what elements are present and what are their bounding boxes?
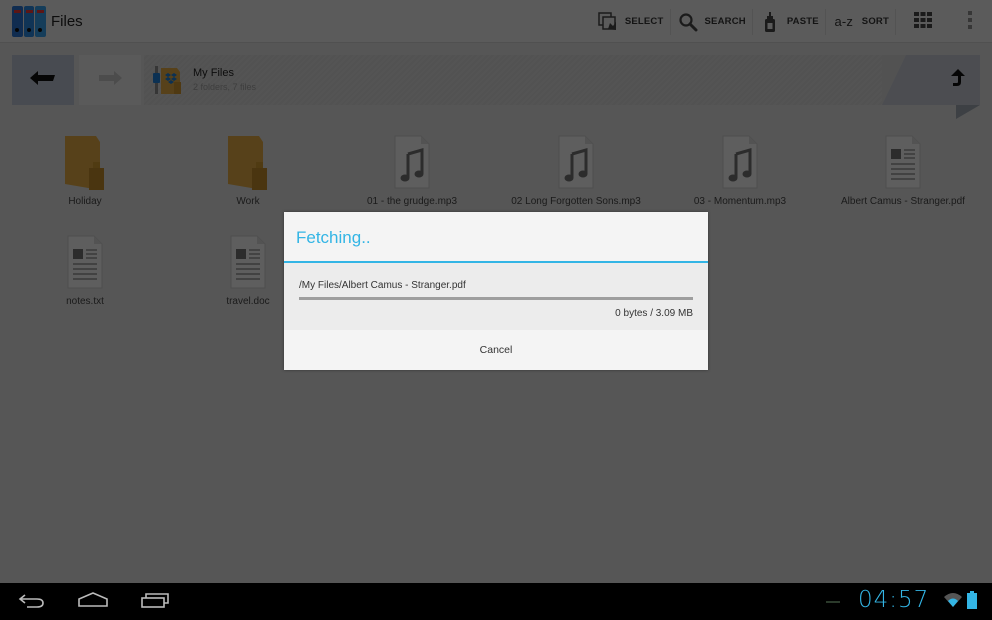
nav-home-icon bbox=[78, 591, 108, 613]
fetching-dialog: Fetching.. /My Files/Albert Camus - Stra… bbox=[284, 212, 708, 370]
file-path: /My Files/Albert Camus - Stranger.pdf bbox=[299, 280, 466, 291]
progress-size-text: 0 bytes / 3.09 MB bbox=[615, 308, 693, 319]
notification-indicator bbox=[826, 601, 840, 603]
nav-home-button[interactable] bbox=[78, 591, 108, 613]
nav-recents-button[interactable] bbox=[140, 591, 170, 613]
clock[interactable]: 04:57 bbox=[858, 587, 929, 613]
system-navigation-bar bbox=[0, 583, 992, 620]
cancel-button[interactable]: Cancel bbox=[284, 330, 708, 370]
progress-bar bbox=[299, 297, 693, 300]
nav-back-icon bbox=[17, 592, 45, 613]
wifi-icon bbox=[943, 592, 963, 613]
dialog-body: /My Files/Albert Camus - Stranger.pdf 0 … bbox=[284, 263, 708, 330]
nav-recents-icon bbox=[141, 592, 169, 613]
file-manager-app: Files SELECT SEARCH PASTE bbox=[0, 0, 992, 583]
dialog-title: Fetching.. bbox=[296, 228, 371, 247]
battery-icon bbox=[967, 591, 977, 614]
nav-back-button[interactable] bbox=[16, 591, 46, 613]
